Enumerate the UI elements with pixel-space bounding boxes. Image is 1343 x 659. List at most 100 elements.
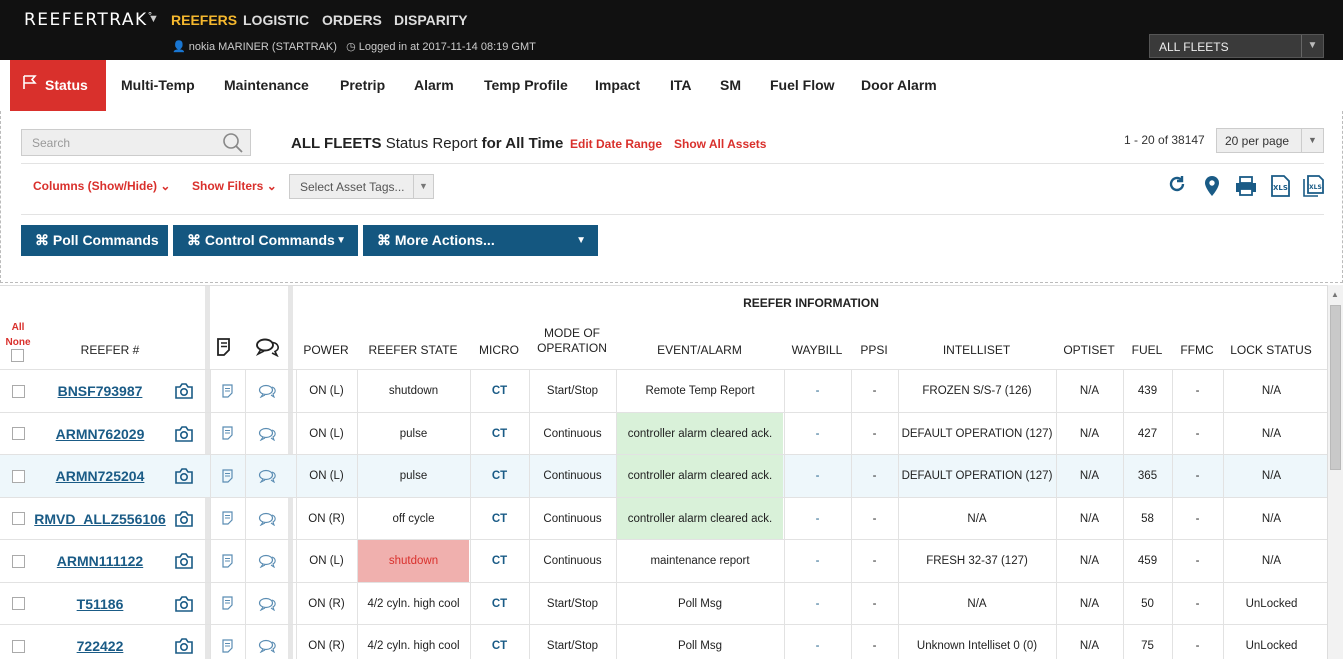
tab-fuel-flow[interactable]: Fuel Flow	[770, 60, 835, 111]
nav-logistic[interactable]: LOGISTIC	[243, 12, 309, 28]
tab-maintenance[interactable]: Maintenance	[224, 60, 309, 111]
reefer-link[interactable]: T51186	[36, 583, 164, 624]
tab-sm[interactable]: SM	[720, 60, 741, 111]
export-xls-icon[interactable]: XLS	[1269, 175, 1291, 203]
columns-toggle[interactable]: Columns (Show/Hide) ⌄	[33, 179, 170, 193]
notes-icon[interactable]	[210, 498, 245, 539]
cell-state: pulse	[357, 455, 469, 497]
notes-icon[interactable]	[210, 413, 245, 454]
tab-temp-profile[interactable]: Temp Profile	[484, 60, 568, 111]
col-ffmc[interactable]: FFMC	[1172, 343, 1222, 358]
asset-tags-select[interactable]: Select Asset Tags... ▼	[289, 174, 434, 199]
nav-reefers[interactable]: REEFERS	[171, 12, 237, 28]
reefer-link[interactable]: ARMN762029	[36, 413, 164, 454]
nav-disparity[interactable]: DISPARITY	[394, 12, 468, 28]
notes-icon[interactable]	[210, 540, 245, 582]
print-icon[interactable]	[1235, 175, 1257, 203]
col-power[interactable]: POWER	[296, 343, 356, 358]
comments-icon[interactable]	[245, 625, 288, 659]
show-filters-toggle[interactable]: Show Filters ⌄	[192, 179, 277, 193]
chevron-down-icon[interactable]: ▼	[148, 13, 159, 25]
col-waybill[interactable]: WAYBILL	[784, 343, 850, 358]
tab-door-alarm[interactable]: Door Alarm	[861, 60, 937, 111]
col-optiset[interactable]: OPTISET	[1056, 343, 1122, 358]
table-row[interactable]: RMVD_ALLZ556106 ON (R) off cycle CT Continuo…	[0, 498, 1327, 540]
reefer-link[interactable]: ARMN725204	[36, 455, 164, 497]
poll-commands-button[interactable]: ⌘ Poll Commands	[21, 225, 168, 256]
table-row[interactable]: ARMN111122 ON (L) shutdown CT Continuous main…	[0, 540, 1327, 583]
scrollbar-thumb[interactable]	[1330, 305, 1341, 470]
tab-pretrip[interactable]: Pretrip	[340, 60, 385, 111]
tab-ita[interactable]: ITA	[670, 60, 692, 111]
col-intelliset[interactable]: INTELLISET	[898, 343, 1055, 358]
notes-icon[interactable]	[210, 583, 245, 624]
nav-orders[interactable]: ORDERS	[322, 12, 382, 28]
table-row[interactable]: ARMN762029 ON (L) pulse CT Continuous control…	[0, 413, 1327, 455]
comments-icon[interactable]	[245, 583, 288, 624]
table-row[interactable]: T51186 ON (R) 4/2 cyln. high cool CT Start/S…	[0, 583, 1327, 625]
reefer-link[interactable]: BNSF793987	[36, 370, 164, 412]
search-icon[interactable]	[222, 132, 244, 157]
more-actions-button[interactable]: ⌘ More Actions... ▼	[363, 225, 598, 256]
tab-status[interactable]: Status	[10, 60, 106, 111]
reefer-link[interactable]: ARMN111122	[36, 540, 164, 582]
tab-alarm[interactable]: Alarm	[414, 60, 454, 111]
tab-multi-temp[interactable]: Multi-Temp	[121, 60, 195, 111]
row-checkbox[interactable]	[8, 625, 28, 659]
reefer-link[interactable]: RMVD_ALLZ556106	[34, 498, 166, 539]
comments-icon[interactable]	[245, 455, 288, 497]
control-commands-button[interactable]: ⌘ Control Commands ▼	[173, 225, 358, 256]
notes-icon[interactable]	[210, 625, 245, 659]
camera-icon[interactable]	[172, 370, 196, 412]
fleet-select[interactable]: ALL FLEETS ▼	[1149, 34, 1324, 58]
col-ppsi[interactable]: PPSI	[851, 343, 897, 358]
camera-icon[interactable]	[172, 583, 196, 624]
camera-icon[interactable]	[172, 498, 196, 539]
comments-icon[interactable]	[245, 413, 288, 454]
comments-icon[interactable]	[245, 540, 288, 582]
comments-icon[interactable]	[245, 370, 288, 412]
edit-date-range-link[interactable]: Edit Date Range	[570, 137, 662, 151]
col-fuel[interactable]: FUEL	[1123, 343, 1171, 358]
refresh-icon[interactable]	[1167, 175, 1187, 201]
col-event-alarm[interactable]: EVENT/ALARM	[616, 343, 783, 358]
col-mode-of-operation[interactable]: MODE OF OPERATION	[529, 326, 615, 356]
table-row[interactable]: ARMN725204 ON (L) pulse CT Continuous control…	[0, 455, 1327, 498]
notes-icon[interactable]	[210, 370, 245, 412]
reefer-link[interactable]: 722422	[36, 625, 164, 659]
tab-impact[interactable]: Impact	[595, 60, 640, 111]
user-name[interactable]: nokia MARINER (STARTRAK)	[189, 41, 337, 53]
map-pin-icon[interactable]	[1202, 175, 1222, 203]
col-reefer-state[interactable]: REEFER STATE	[357, 343, 469, 358]
cell-power: ON (L)	[296, 540, 356, 582]
select-all-link[interactable]: All	[0, 320, 36, 335]
camera-icon[interactable]	[172, 540, 196, 582]
row-checkbox[interactable]	[8, 370, 28, 412]
header-checkbox[interactable]	[11, 349, 24, 362]
per-page-select[interactable]: 20 per page ▼	[1216, 128, 1324, 153]
col-lock-status[interactable]: LOCK STATUS	[1223, 343, 1319, 358]
row-checkbox[interactable]	[8, 455, 28, 497]
row-checkbox[interactable]	[8, 540, 28, 582]
cell-fuel: 50	[1123, 583, 1171, 624]
col-reefer[interactable]: REEFER #	[40, 343, 180, 358]
camera-icon[interactable]	[172, 413, 196, 454]
row-checkbox[interactable]	[8, 413, 28, 454]
camera-icon[interactable]	[172, 455, 196, 497]
select-none-link[interactable]: None	[0, 335, 36, 350]
table-row[interactable]: 722422 ON (R) 4/2 cyln. high cool CT Start/S…	[0, 625, 1327, 659]
row-checkbox[interactable]	[8, 583, 28, 624]
table-row[interactable]: BNSF793987 ON (L) shutdown CT Start/Stop Remo…	[0, 370, 1327, 413]
comments-icon[interactable]	[245, 498, 288, 539]
search-input[interactable]: Search	[21, 129, 251, 156]
cell-ffmc: -	[1172, 455, 1222, 497]
notes-icon[interactable]	[210, 455, 245, 497]
brand-logo[interactable]: REEFERTRAK°	[24, 10, 154, 30]
scroll-up-icon[interactable]: ▲	[1331, 290, 1339, 299]
export-all-xls-icon[interactable]: XLS	[1303, 175, 1325, 203]
vertical-scrollbar[interactable]: ▲	[1327, 285, 1343, 659]
col-micro[interactable]: MICRO	[470, 343, 528, 358]
row-checkbox[interactable]	[8, 498, 28, 539]
camera-icon[interactable]	[172, 625, 196, 659]
show-all-assets-link[interactable]: Show All Assets	[674, 137, 766, 151]
